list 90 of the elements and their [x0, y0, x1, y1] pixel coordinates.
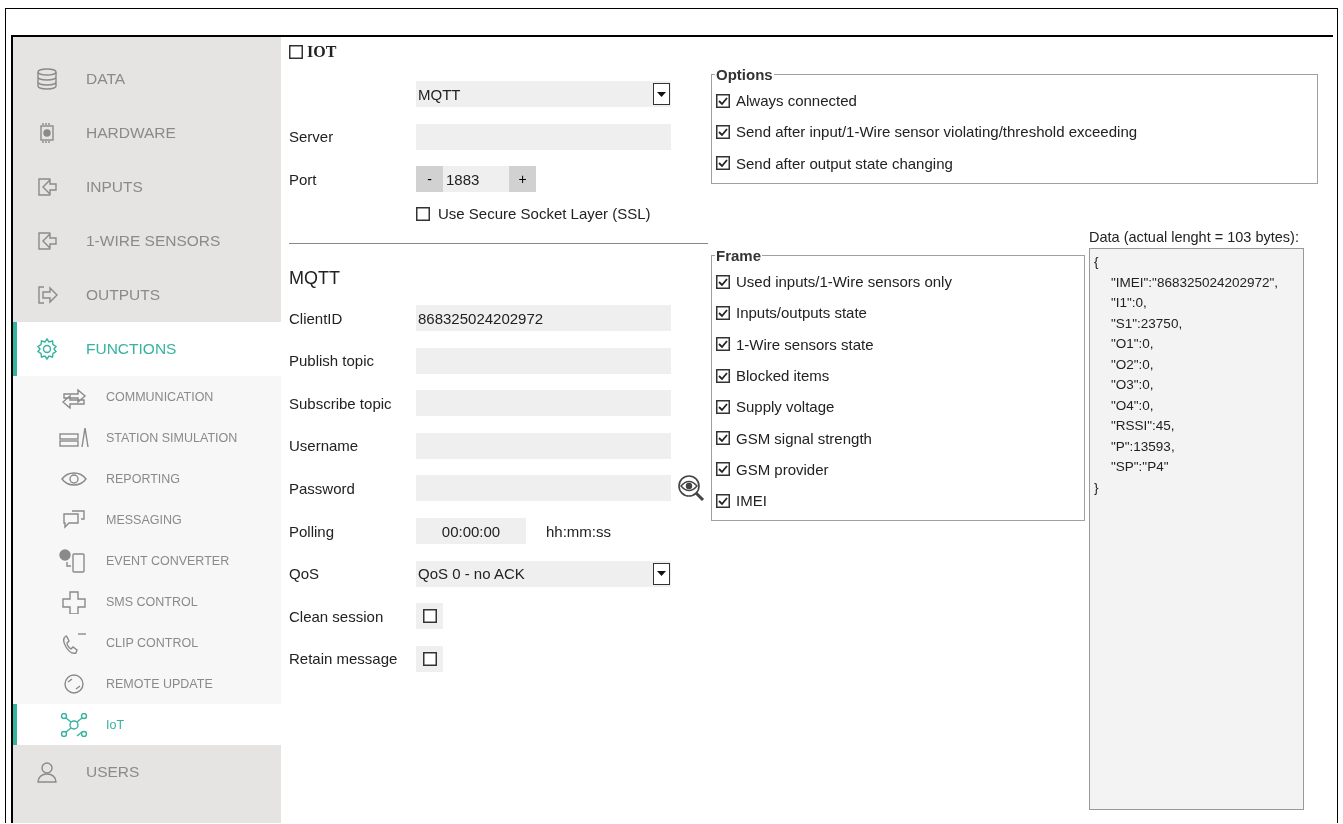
sidebar-subitem[interactable]: STATION SIMULATION: [13, 417, 281, 458]
sidebar-subitem[interactable]: REMOTE UPDATE: [13, 663, 281, 704]
checkbox[interactable]: [716, 124, 730, 139]
field-label: Retain message: [289, 650, 399, 668]
dropdown[interactable]: QoS 0 - no ACK: [416, 560, 671, 587]
checkbox[interactable]: [716, 493, 730, 508]
checkbox-label: GSM signal strength: [736, 429, 872, 447]
network-nodes-icon: [58, 712, 90, 737]
increment-button[interactable]: +: [509, 166, 536, 193]
checkbox[interactable]: [422, 651, 437, 666]
user-icon: [35, 760, 59, 784]
json-line: "S1":23750,: [1110, 314, 1184, 333]
dropdown[interactable]: MQTT: [416, 81, 671, 108]
json-line: "O4":0,: [1110, 396, 1155, 415]
field-label: Polling: [289, 522, 336, 540]
sidebar-item[interactable]: USERS: [13, 745, 281, 799]
field-label: Clean session: [289, 607, 385, 625]
checkbox-label: Send after output state changing: [736, 154, 953, 172]
json-line: "I1":0,: [1110, 294, 1148, 312]
checkbox-label: Always connected: [736, 92, 857, 110]
sidebar-item[interactable]: 1-WIRE SENSORS: [13, 214, 281, 268]
section-title: IOT: [307, 43, 337, 61]
section-heading: MQTT: [289, 266, 341, 290]
time-field[interactable]: 00:00:00: [416, 518, 526, 545]
json-line: {: [1094, 253, 1100, 271]
checkbox-label: Blocked items: [736, 367, 830, 385]
checkbox[interactable]: [716, 305, 730, 320]
sidebar-subitem[interactable]: CLIP CONTROL: [13, 622, 281, 663]
sidebar-item[interactable]: OUTPUTS: [13, 268, 281, 322]
show-password-icon[interactable]: [676, 473, 706, 504]
json-line: "O2":0,: [1110, 355, 1155, 374]
field-label: Publish topic: [289, 352, 376, 370]
json-line: }: [1094, 478, 1100, 497]
sidebar-item[interactable]: FUNCTIONS: [13, 322, 281, 376]
caret-icon: [653, 562, 670, 585]
checkbox[interactable]: [716, 337, 730, 352]
field-label: Subscribe topic: [289, 394, 393, 412]
checkbox-label: Supply voltage: [736, 398, 835, 416]
checkbox-label: Use Secure Socket Layer (SSL): [438, 205, 651, 223]
decrement-button[interactable]: -: [416, 166, 443, 193]
json-line: "IMEI":"868325024202972",: [1110, 273, 1280, 292]
field-label: Server: [289, 128, 335, 146]
checkbox-label: 1-Wire sensors state: [736, 335, 874, 353]
group-title: Frame: [715, 247, 763, 264]
field-label: ClientID: [289, 309, 344, 327]
checkbox[interactable]: [716, 431, 730, 446]
json-line: "O1":0,: [1110, 335, 1155, 353]
checkbox[interactable]: [716, 368, 730, 383]
data-length-label: Data (actual lenght = 103 bytes):: [1089, 229, 1300, 247]
checkbox[interactable]: [716, 156, 730, 171]
sidebar-item[interactable]: INPUTS: [13, 160, 281, 214]
unit-label: hh:mm:ss: [546, 522, 611, 540]
checkbox[interactable]: [289, 45, 303, 59]
sidebar-item[interactable]: DATA: [13, 52, 281, 106]
sidebar-subitem[interactable]: REPORTING: [13, 458, 281, 499]
field-label: QoS: [289, 565, 320, 583]
sidebar-subitem[interactable]: IoT: [13, 704, 281, 745]
checkbox-label: Used inputs/1-Wire sensors only: [736, 273, 952, 291]
arrow-in-box-icon: [35, 229, 59, 253]
arrow-out-box-icon: [35, 283, 59, 307]
json-line: "O3":0,: [1110, 376, 1155, 394]
port-value[interactable]: 1883: [443, 171, 509, 188]
settings-icon: [35, 337, 59, 361]
group-title: Options: [715, 66, 774, 83]
json-line: "RSSI":45,: [1110, 417, 1176, 435]
server-rack-icon: [58, 425, 90, 450]
checkbox-label: Inputs/outputs state: [736, 304, 867, 322]
sidebar-subitem[interactable]: SMS CONTROL: [13, 581, 281, 622]
sidebar-item[interactable]: HARDWARE: [13, 106, 281, 160]
arrow-in-box-icon: [35, 175, 59, 199]
field-label: Port: [289, 171, 318, 188]
json-line: "SP":"P4": [1110, 458, 1170, 476]
sidebar-subitem[interactable]: MESSAGING: [13, 499, 281, 540]
checkbox[interactable]: [416, 206, 430, 221]
field-label: Password: [289, 479, 356, 497]
sidebar-subitem[interactable]: EVENT CONVERTER: [13, 540, 281, 581]
checkbox-label: GSM provider: [736, 460, 829, 478]
checkbox[interactable]: [422, 609, 437, 624]
database-icon: [35, 67, 59, 91]
checkbox-label: IMEI: [736, 492, 767, 510]
checkbox[interactable]: [716, 462, 730, 477]
checkbox-label: Send after input/1-Wire sensor violating/threshold exceeding: [736, 123, 1138, 141]
input-field[interactable]: 868325024202972: [416, 305, 671, 332]
json-line: "P":13593,: [1110, 437, 1176, 456]
checkbox[interactable]: [716, 399, 730, 414]
checkbox[interactable]: [716, 93, 730, 108]
caret-icon: [653, 83, 670, 106]
checkbox[interactable]: [716, 274, 730, 289]
sidebar-subitem[interactable]: COMMUNICATION: [13, 376, 281, 417]
field-label: Username: [289, 437, 360, 455]
